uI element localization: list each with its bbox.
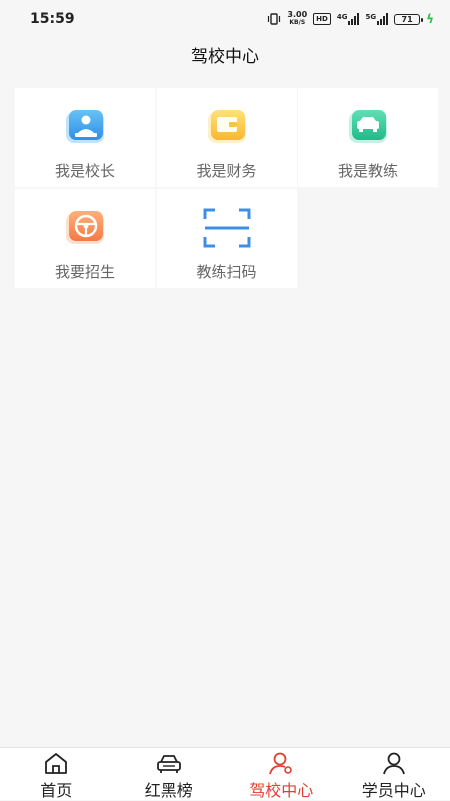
signal-bars-icon [348,13,359,25]
status-icons: 3.00 KB/S HD 4G 5G 71 ϟ [267,11,434,27]
status-time: 15:59 [30,11,75,27]
tab-home[interactable]: 首页 [0,748,113,800]
menu-item-recruit[interactable]: 我要招生 [15,189,155,288]
home-icon [42,751,70,775]
net-speed-value: 3.00 [287,11,307,19]
menu-grid: 我是校长 我是财务 我是教练 [15,88,438,288]
net-speed: 3.00 KB/S [287,11,307,27]
car-icon [347,108,389,146]
user-location-icon [267,751,295,775]
menu-item-label: 我是财务 [157,160,297,181]
tab-label: 学员中心 [338,777,450,801]
net-speed-unit: KB/S [287,19,307,27]
vibrate-icon [267,13,281,25]
signal-4g: 4G [337,13,360,25]
status-bar: 15:59 3.00 KB/S HD 4G 5G 71 ϟ [0,0,450,38]
page-title: 驾校中心 [0,42,450,67]
hd-badge: HD [313,13,331,25]
battery-level: 71 [402,14,413,25]
menu-item-label: 我是教练 [298,160,438,181]
battery-icon: 71 [394,14,420,25]
principal-icon [64,108,106,146]
car-outline-icon [155,751,183,775]
tab-ranking[interactable]: 红黑榜 [113,748,226,800]
user-icon [380,751,408,775]
signal-4g-label: 4G [337,13,348,21]
tab-student-center[interactable]: 学员中心 [338,748,450,800]
charging-icon: ϟ [426,12,434,26]
signal-5g-label: 5G [365,13,376,21]
menu-item-coach[interactable]: 我是教练 [298,88,438,187]
wallet-icon [206,108,248,146]
signal-5g: 5G [365,13,388,25]
menu-item-label: 教练扫码 [157,261,297,282]
bottom-tab-bar: 首页 红黑榜 驾校中心 学员中心 [0,747,450,800]
scan-icon [202,207,252,249]
signal-bars-icon [377,13,388,25]
tab-label: 驾校中心 [225,777,338,801]
tab-label: 红黑榜 [113,777,226,801]
menu-item-finance[interactable]: 我是财务 [157,88,297,187]
steering-wheel-icon [64,209,106,247]
menu-item-label: 我是校长 [15,160,155,181]
menu-item-principal[interactable]: 我是校长 [15,88,155,187]
menu-item-scan[interactable]: 教练扫码 [157,189,297,288]
tab-label: 首页 [0,777,113,801]
tab-school-center[interactable]: 驾校中心 [225,748,338,800]
menu-item-label: 我要招生 [15,261,155,282]
